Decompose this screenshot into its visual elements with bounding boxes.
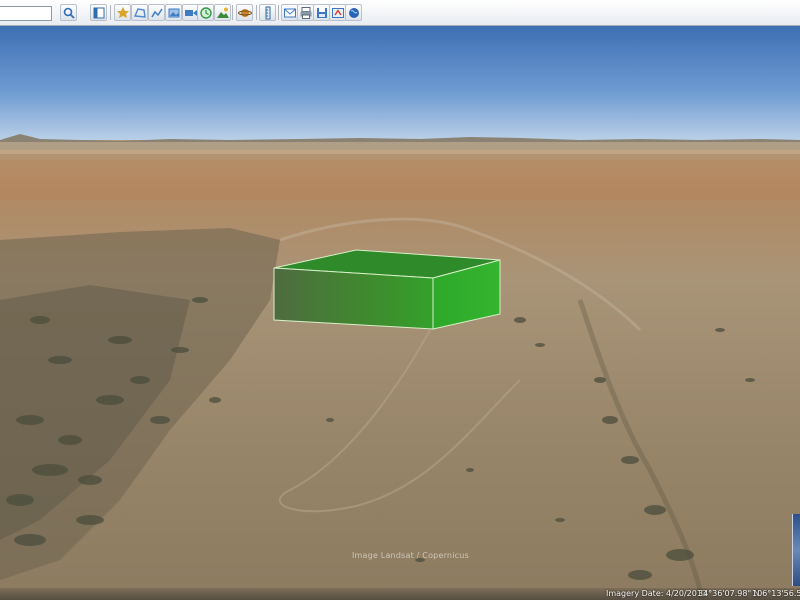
add-image-overlay-icon: [168, 8, 180, 18]
globe-button[interactable]: [345, 4, 362, 21]
search-icon: [63, 7, 75, 19]
search-input[interactable]: [0, 6, 52, 21]
toolbar-separator: [110, 5, 111, 20]
toolbar-separator: [232, 5, 233, 20]
ruler-button[interactable]: [259, 4, 276, 21]
historical-imagery-button[interactable]: [197, 4, 214, 21]
latitude-readout: 34°36'07.98" N: [698, 589, 760, 598]
status-bar: Imagery Date: 4/20/2013 34°36'07.98" N 1…: [0, 588, 800, 600]
save-image-icon: [317, 8, 327, 18]
sidebar-toggle-button[interactable]: [90, 4, 107, 21]
print-icon: [300, 7, 312, 19]
save-image-button[interactable]: [313, 4, 330, 21]
historical-imagery-icon: [200, 7, 212, 19]
overview-map-thumbnail[interactable]: [792, 514, 800, 586]
ruler-icon: [265, 6, 271, 20]
sky: [0, 26, 800, 146]
add-placemark-button[interactable]: [114, 4, 131, 21]
sunlight-icon: [217, 7, 229, 18]
add-placemark-icon: [117, 7, 129, 18]
search-button[interactable]: [60, 4, 77, 21]
sunlight-button[interactable]: [214, 4, 231, 21]
add-polygon-icon: [133, 8, 146, 18]
sidebar-toggle-icon: [93, 7, 105, 19]
green-extruded-box[interactable]: [273, 249, 501, 330]
view-in-maps-button[interactable]: [329, 4, 346, 21]
terrain-view-svg: [0, 26, 800, 600]
reddish-plain: [0, 160, 800, 200]
add-path-button[interactable]: [148, 4, 165, 21]
email-button[interactable]: [281, 4, 298, 21]
toolbar-separator: [278, 5, 279, 20]
add-polygon-button[interactable]: [131, 4, 148, 21]
main-toolbar: [0, 0, 800, 26]
globe-icon: [349, 8, 359, 18]
longitude-readout: 106°13'56.51": [752, 589, 800, 598]
print-button[interactable]: [297, 4, 314, 21]
imagery-attribution: Image Landsat / Copernicus: [352, 551, 469, 560]
add-image-overlay-button[interactable]: [165, 4, 182, 21]
imagery-date: Imagery Date: 4/20/2013: [606, 589, 707, 598]
earth-3d-view[interactable]: [0, 26, 800, 600]
record-tour-icon: [185, 10, 197, 16]
toolbar-separator: [256, 5, 257, 20]
add-path-icon: [151, 8, 163, 18]
view-in-maps-icon: [332, 8, 344, 18]
email-icon: [284, 8, 296, 18]
switch-planet-icon: [238, 9, 252, 17]
box-front-face: [273, 267, 434, 330]
horizon-haze: [0, 142, 800, 154]
switch-planet-button[interactable]: [236, 4, 253, 21]
